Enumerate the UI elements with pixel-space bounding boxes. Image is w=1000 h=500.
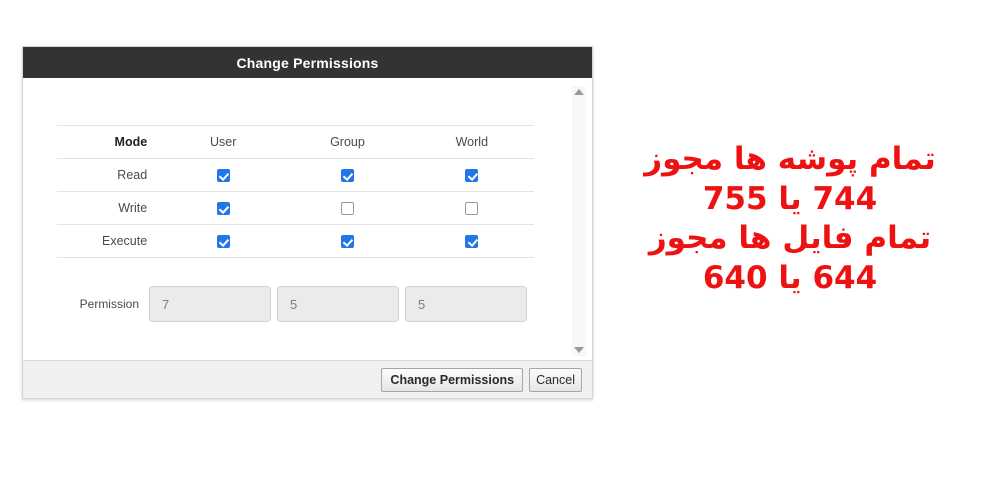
change-permissions-dialog: Change Permissions Mode User Group World… (22, 46, 593, 399)
checkbox-cell-write-world[interactable] (409, 191, 534, 225)
scroll-down-arrow-icon[interactable] (574, 347, 584, 353)
table-header-row: Mode User Group World (57, 125, 534, 159)
permission-octal-row: Permission (57, 286, 534, 322)
checkbox-write-user[interactable] (216, 202, 230, 216)
dialog-titlebar: Change Permissions (23, 47, 592, 78)
checkbox-cell-execute-world[interactable] (409, 224, 534, 258)
permission-label: Permission (79, 297, 139, 311)
annotation-line-1: تمام پوشه ها مجوز (644, 141, 936, 177)
checkbox-cell-execute-user[interactable] (161, 224, 286, 258)
row-label-read: Read (57, 158, 162, 192)
checkbox-cell-execute-group[interactable] (285, 224, 410, 258)
annotation-line-2: 744 یا 755 (702, 180, 878, 217)
checkbox-read-group[interactable] (340, 169, 354, 183)
checkbox-write-world[interactable] (465, 202, 479, 216)
checkbox-read-world[interactable] (465, 169, 479, 183)
change-permissions-button[interactable]: Change Permissions (381, 367, 524, 392)
checkbox-write-group[interactable] (340, 202, 354, 216)
permission-world-input[interactable] (405, 286, 527, 322)
checkbox-cell-read-user[interactable] (161, 158, 286, 192)
table-row: Write (57, 191, 534, 225)
column-header-mode: Mode (57, 125, 162, 159)
table-row: Read (57, 158, 534, 192)
column-header-user: User (161, 125, 286, 159)
persian-annotation: تمام پوشه ها مجوز 744 یا 755 تمام فایل ه… (620, 140, 960, 299)
permissions-table: Mode User Group World Read Write Execute (57, 125, 534, 258)
checkbox-cell-write-user[interactable] (161, 191, 286, 225)
checkbox-cell-read-world[interactable] (409, 158, 534, 192)
checkbox-read-user[interactable] (216, 169, 230, 183)
checkbox-cell-write-group[interactable] (285, 191, 410, 225)
annotation-line-3: تمام فایل ها مجوز (648, 220, 932, 257)
checkbox-cell-read-group[interactable] (285, 158, 410, 192)
vertical-scrollbar[interactable] (572, 86, 586, 356)
cancel-button[interactable]: Cancel (529, 367, 582, 392)
permission-group-input[interactable] (277, 286, 399, 322)
permission-user-input[interactable] (149, 286, 271, 322)
row-label-write: Write (57, 191, 162, 225)
annotation-line-4: 644 یا 640 (702, 260, 878, 297)
column-header-group: Group (285, 125, 410, 159)
table-row: Execute (57, 224, 534, 258)
dialog-title: Change Permissions (236, 54, 379, 71)
checkbox-execute-group[interactable] (340, 235, 354, 249)
dialog-footer: Change Permissions Cancel (23, 360, 592, 398)
column-header-world: World (409, 125, 534, 159)
row-label-execute: Execute (57, 224, 162, 258)
checkbox-execute-user[interactable] (216, 235, 230, 249)
scroll-up-arrow-icon[interactable] (574, 89, 584, 95)
checkbox-execute-world[interactable] (465, 235, 479, 249)
dialog-body: Mode User Group World Read Write Execute… (23, 78, 592, 360)
